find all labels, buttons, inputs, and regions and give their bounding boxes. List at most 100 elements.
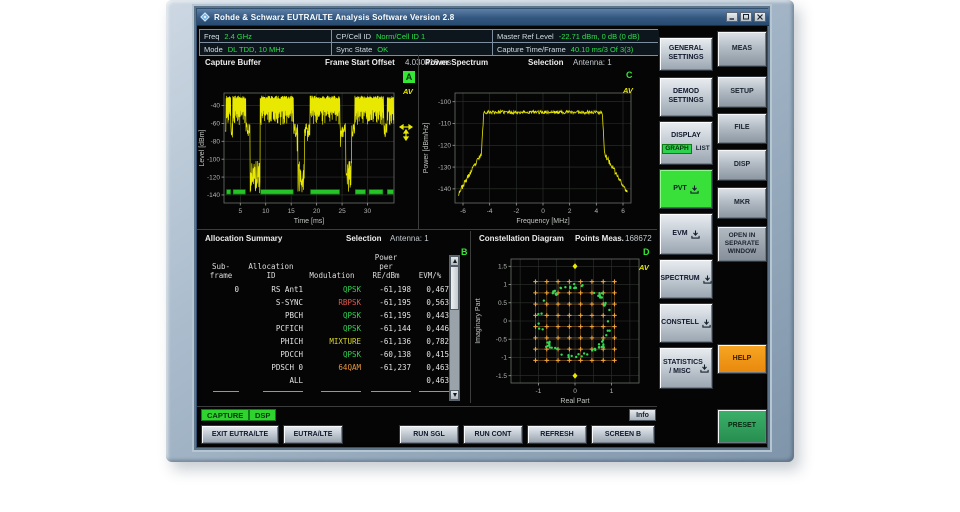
hardkey-disp[interactable]: DISP (717, 149, 767, 181)
svg-text:0: 0 (503, 318, 507, 325)
table-cell: PHICH (280, 337, 303, 346)
table-cell: MIXTURE (329, 337, 361, 346)
selection-label-bottom: Selection (346, 234, 382, 243)
table-cell: RBPSK (338, 298, 361, 307)
hardkey-meas[interactable]: MEAS (717, 31, 767, 67)
screen-b-button[interactable]: SCREEN B (591, 425, 655, 444)
svg-text:Imaginary Part: Imaginary Part (475, 298, 482, 344)
screen-a-badge: A (403, 71, 415, 83)
softkey-general-settings[interactable]: GENERAL SETTINGS (659, 37, 713, 71)
softkey-spectrum[interactable]: SPECTRUM (659, 259, 713, 299)
window-titlebar: Rohde & Schwarz EUTRA/LTE Analysis Softw… (197, 9, 769, 26)
points-meas-value: 168672 (625, 234, 652, 243)
svg-text:-1.5: -1.5 (496, 373, 508, 380)
window-title: Rohde & Schwarz EUTRA/LTE Analysis Softw… (214, 12, 455, 22)
run-sgl-button[interactable]: RUN SGL (399, 425, 459, 444)
scroll-down-button[interactable] (450, 390, 459, 400)
svg-text:-110: -110 (438, 121, 451, 128)
info-master-ref-level: Master Ref Level -22.71 dBm, 0 dB (0 dB) (493, 30, 659, 42)
svg-text:4: 4 (595, 208, 599, 215)
selection-label-top: Selection (528, 58, 564, 67)
capture-buffer-chart: 5 10 15 20 25 30 -40 -60 -80 -100 -120 -140 Time [ms… (199, 92, 395, 225)
hardkey-setup[interactable]: SETUP (717, 76, 767, 108)
svg-text:6: 6 (621, 208, 625, 215)
svg-text:-120: -120 (207, 174, 220, 181)
rohde-schwarz-logo-icon (200, 12, 210, 22)
table-cell: QPSK (342, 324, 361, 333)
table-row: 0 RS Ant1 QPSK -61,198 0,467 (203, 283, 449, 296)
table-body: 0 RS Ant1 QPSK -61,198 0,467 S-SYNC RBPSK -61,1… (203, 283, 449, 387)
table-row: PCFICH QPSK -61,144 0,446 (203, 322, 449, 335)
hardkey-help[interactable]: HELP (717, 344, 767, 374)
hardkey-open-separate-window[interactable]: OPEN IN SEPARATE WINDOW (717, 226, 767, 262)
softkey-demod-settings[interactable]: DEMOD SETTINGS (659, 77, 713, 117)
svg-text:1: 1 (503, 282, 507, 289)
svg-text:15: 15 (288, 208, 296, 215)
move-marker-icon[interactable] (396, 121, 416, 143)
capture-buffer-title: Capture Buffer (205, 58, 262, 67)
info-freq: Freq 2.4 GHz (200, 30, 331, 42)
power-spectrum-chart: -6 -4 -2 0 2 4 6 -100 -110 -120 -130 -140 Frequency … (423, 92, 632, 225)
scroll-up-button[interactable] (450, 256, 459, 266)
svg-text:-0.5: -0.5 (496, 336, 508, 343)
table-cell: PDCCH (280, 350, 303, 359)
hardkey-file[interactable]: FILE (717, 113, 767, 144)
table-next-row-dashes (203, 387, 449, 395)
maximize-button[interactable] (740, 12, 752, 22)
softkey-display[interactable]: DISPLAY GRAPH LIST (659, 121, 713, 165)
col-power-per-re: Power per RE/dBm (372, 253, 400, 280)
svg-text:-130: -130 (438, 164, 451, 171)
softkey-statistics-misc[interactable]: STATISTICS / MISC (659, 347, 713, 389)
screen-assign-icon (700, 363, 709, 373)
table-cell: -61,237 (379, 363, 411, 372)
svg-text:Frequency [MHz]: Frequency [MHz] (516, 218, 569, 225)
eutra-lte-button[interactable]: EUTRA/LTE (283, 425, 343, 444)
scrollbar-thumb[interactable] (450, 266, 459, 310)
panel-divider-vertical-top (418, 55, 419, 229)
table-cell: QPSK (342, 350, 361, 359)
svg-text:Time [ms]: Time [ms] (294, 218, 325, 225)
exit-eutra-lte-button[interactable]: EXIT EUTRA/LTE (201, 425, 279, 444)
table-cell: -61,195 (379, 298, 411, 307)
screen-assign-icon (690, 184, 699, 194)
arrow-down-icon (452, 393, 457, 397)
panel-divider-vertical-bottom (470, 231, 471, 403)
svg-text:0.5: 0.5 (498, 300, 507, 307)
table-cell: 0,563 (426, 298, 449, 307)
constellation-title: Constellation Diagram (479, 234, 564, 243)
softkey-label: SPECTRUM (660, 274, 700, 282)
close-icon (757, 14, 763, 20)
run-cont-button[interactable]: RUN CONT (463, 425, 523, 444)
softkey-pvt[interactable]: PVT (659, 169, 713, 209)
display-list-label: LIST (695, 144, 710, 152)
table-cell: PBCH (284, 311, 303, 320)
table-row: S-SYNC RBPSK -61,195 0,563 (203, 296, 449, 309)
table-scrollbar[interactable] (449, 255, 460, 401)
measurement-info-bar: Freq 2.4 GHz CP/Cell ID Norm/Cell ID 1 Mas… (199, 29, 659, 56)
dsp-status-badge: DSP (249, 409, 277, 421)
table-cell: -61,144 (379, 324, 411, 333)
frame-start-offset-label: Frame Start Offset (325, 58, 395, 67)
svg-text:-2: -2 (513, 208, 519, 215)
svg-text:20: 20 (313, 208, 321, 215)
svg-text:-100: -100 (438, 99, 451, 106)
minimize-button[interactable] (726, 12, 738, 22)
panel-divider-horizontal-mid (197, 229, 657, 230)
screen-c-letter: C (626, 70, 633, 80)
close-button[interactable] (754, 12, 766, 22)
selection-value-top: Antenna: 1 (573, 58, 612, 67)
info-button[interactable]: Info (629, 409, 656, 421)
table-cell: -60,138 (379, 350, 411, 359)
refresh-button[interactable]: REFRESH (527, 425, 587, 444)
svg-text:-60: -60 (211, 121, 221, 128)
table-cell: QPSK (342, 285, 361, 294)
hardkey-mkr[interactable]: MKR (717, 187, 767, 219)
screen: Rohde & Schwarz EUTRA/LTE Analysis Softw… (196, 8, 769, 448)
softkey-evm[interactable]: EVM (659, 213, 713, 255)
selection-value-bottom: Antenna: 1 (390, 234, 429, 243)
power-spectrum-title: Power Spectrum (425, 58, 489, 67)
hardkey-preset[interactable]: PRESET (717, 409, 767, 444)
softkey-constell[interactable]: CONSTELL (659, 303, 713, 343)
panel-divider-horizontal-bottom (197, 406, 657, 407)
capture-status-badge: CAPTURE (201, 409, 250, 421)
